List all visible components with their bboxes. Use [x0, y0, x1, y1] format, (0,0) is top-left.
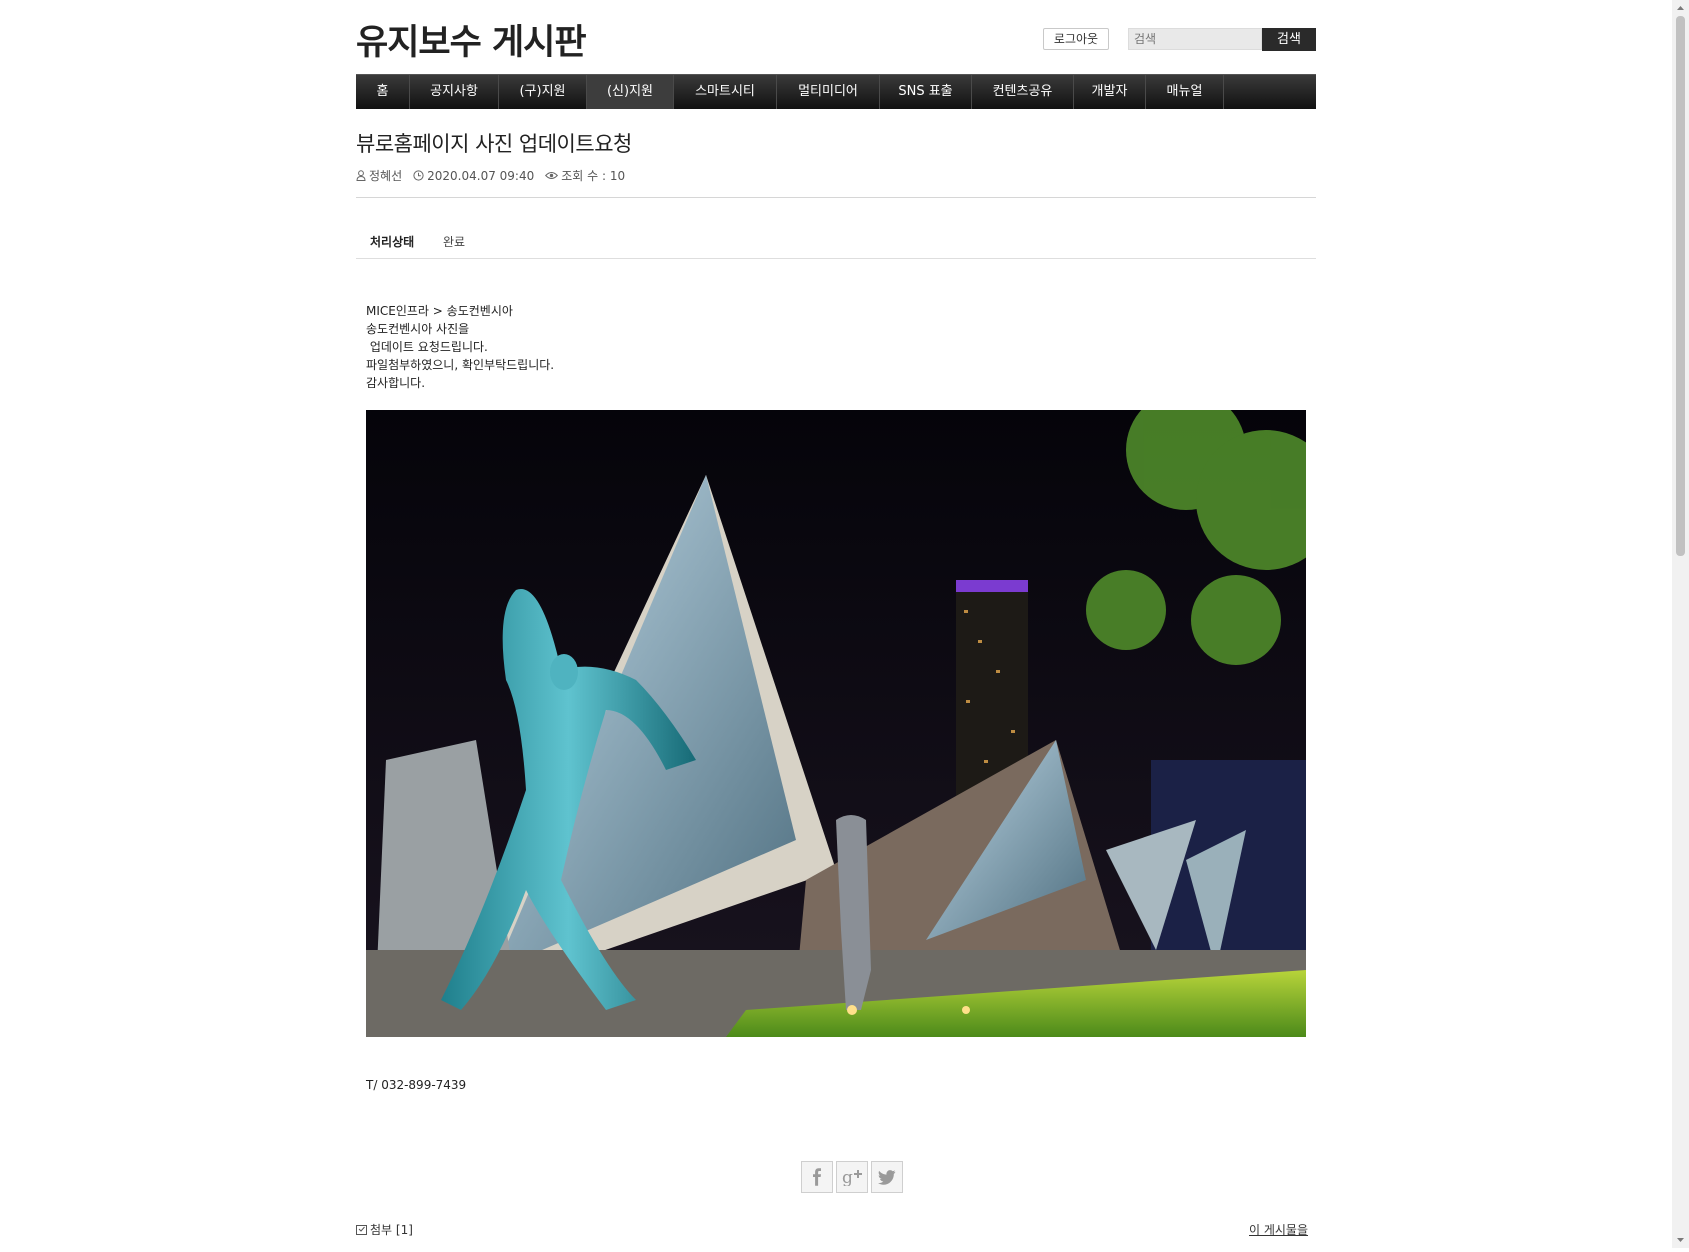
search-input[interactable]: [1128, 28, 1262, 50]
attachment-icon: [356, 1225, 367, 1235]
twitter-icon: [878, 1169, 896, 1185]
post-content: MICE인프라 > 송도컨벤시아 송도컨벤시아 사진을 업데이트 요청드립니다.…: [366, 302, 1306, 392]
nav-item-content-share[interactable]: 컨텐츠공유: [972, 75, 1074, 109]
share-buttons: g: [801, 1161, 906, 1193]
user-icon: [356, 170, 366, 181]
twitter-share-button[interactable]: [871, 1161, 903, 1193]
facebook-icon: [813, 1168, 821, 1186]
convention-center-photo: [366, 410, 1306, 1037]
logout-button[interactable]: 로그아웃: [1043, 28, 1109, 50]
this-post-link[interactable]: 이 게시물을: [1249, 1221, 1308, 1238]
attachments-link[interactable]: 첨부 [1]: [356, 1221, 413, 1238]
view-count: 조회 수 : 10: [545, 167, 625, 184]
nav-item-developer[interactable]: 개발자: [1074, 75, 1146, 109]
divider: [356, 197, 1316, 198]
clock-icon: [413, 170, 424, 181]
nav-item-smart-city[interactable]: 스마트시티: [674, 75, 777, 109]
site-title[interactable]: 유지보수 게시판: [356, 14, 587, 65]
nav-item-sns[interactable]: SNS 표출: [880, 75, 972, 109]
post-title: 뷰로홈페이지 사진 업데이트요청: [356, 132, 632, 156]
page-scrollbar[interactable]: [1672, 0, 1689, 1248]
chevron-down-icon: [1677, 1238, 1684, 1242]
svg-text:g: g: [842, 1168, 853, 1186]
contact-phone: T/ 032-899-7439: [366, 1078, 467, 1092]
author-name: 정혜선: [369, 169, 403, 183]
post-datetime: 2020.04.07 09:40: [427, 168, 535, 183]
post-photo: [366, 410, 1306, 1037]
scroll-thumb[interactable]: [1676, 16, 1685, 556]
content-line: 송도컨벤시아 사진을: [366, 322, 470, 336]
nav-item-multimedia[interactable]: 멀티미디어: [777, 75, 880, 109]
nav-item-manual[interactable]: 매뉴얼: [1146, 75, 1224, 109]
scroll-up-arrow[interactable]: [1672, 0, 1689, 16]
status-row: 처리상태 완료: [356, 232, 1316, 259]
facebook-share-button[interactable]: [801, 1161, 833, 1193]
post-date: 2020.04.07 09:40: [413, 169, 534, 183]
status-label: 처리상태: [370, 235, 415, 249]
chevron-up-icon: [1677, 6, 1684, 10]
status-value: 완료: [443, 235, 466, 249]
main-nav: 홈 공지사항 (구)지원 (신)지원 스마트시티 멀티미디어 SNS 표출 컨텐…: [356, 74, 1316, 109]
view-count-text: 조회 수 : 10: [561, 169, 626, 183]
search-button[interactable]: 검색: [1262, 28, 1316, 51]
nav-item-new-support[interactable]: (신)지원: [587, 75, 674, 109]
attachments-text: 첨부 [1]: [370, 1223, 413, 1237]
google-plus-share-button[interactable]: g: [836, 1161, 868, 1193]
content-line: 파일첨부하였으니, 확인부탁드립니다.: [366, 358, 555, 372]
nav-item-old-support[interactable]: (구)지원: [499, 75, 587, 109]
nav-item-home[interactable]: 홈: [356, 75, 410, 109]
content-line: 감사합니다.: [366, 376, 426, 390]
content-line: 업데이트 요청드립니다.: [366, 340, 488, 354]
post-meta: 정혜선 2020.04.07 09:40 조회 수 : 10: [356, 167, 636, 184]
scroll-down-arrow[interactable]: [1672, 1232, 1689, 1248]
google-plus-icon: g: [842, 1168, 862, 1186]
author: 정혜선: [356, 167, 402, 184]
content-line: MICE인프라 > 송도컨벤시아: [366, 304, 513, 318]
eye-icon: [545, 172, 559, 179]
nav-item-notice[interactable]: 공지사항: [410, 75, 499, 109]
